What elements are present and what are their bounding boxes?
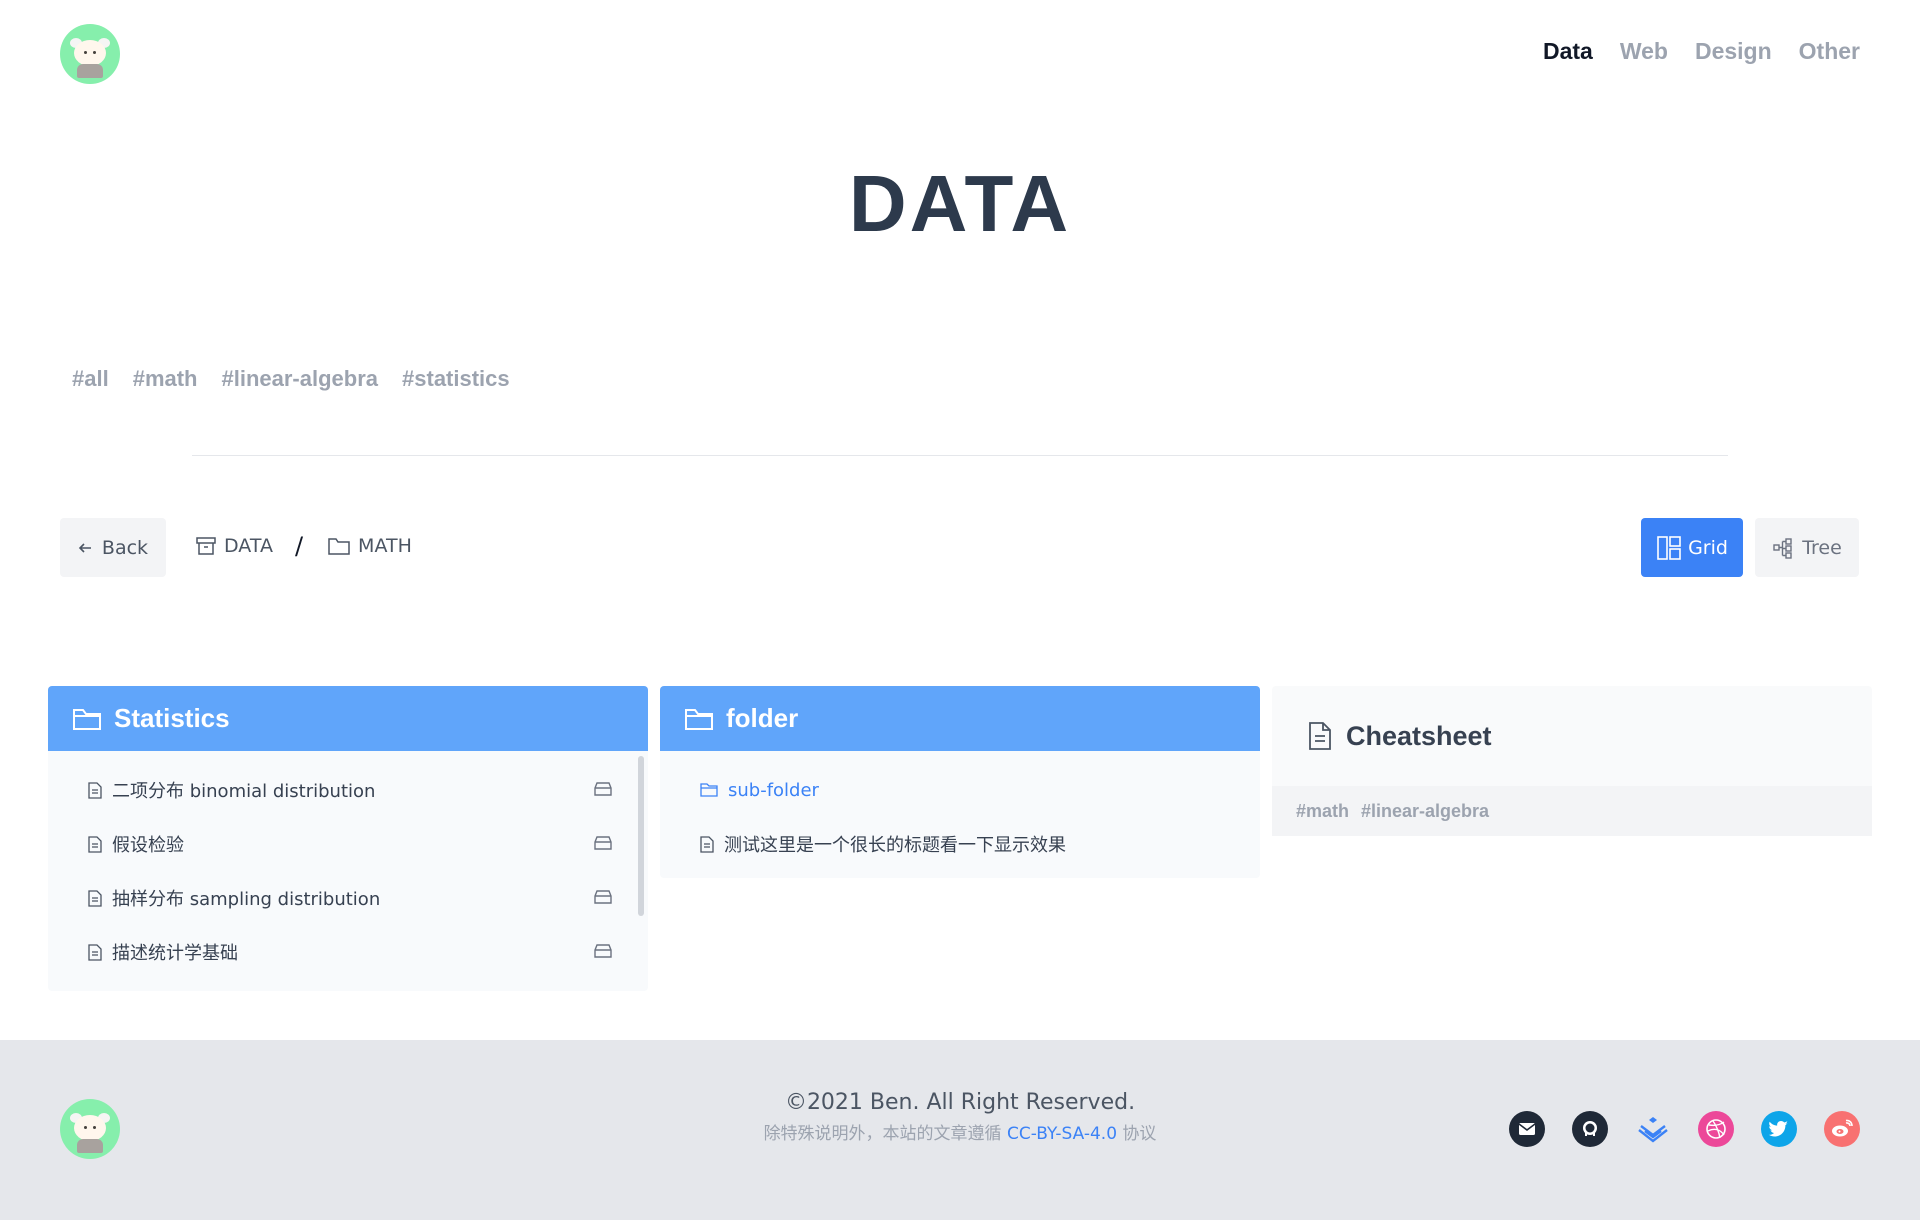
breadcrumb-separator: / (294, 532, 304, 560)
license-prefix: 除特殊说明外，本站的文章遵循 (763, 1124, 1002, 1144)
archive-tray-icon[interactable] (594, 781, 612, 797)
archive-tray-icon[interactable] (594, 835, 612, 851)
list-item-label: 测试这里是一个很长的标题看一下显示效果 (724, 835, 1066, 856)
weibo-icon[interactable] (1824, 1111, 1860, 1147)
breadcrumb-math-label: MATH (358, 535, 412, 557)
statistics-card-header[interactable]: Statistics (48, 686, 648, 751)
tree-icon (1773, 537, 1792, 559)
nav-data[interactable]: Data (1543, 38, 1593, 65)
document-icon (88, 835, 102, 853)
juejin-icon[interactable] (1635, 1111, 1671, 1147)
tree-view-label: Tree (1802, 536, 1842, 559)
site-logo[interactable] (60, 24, 120, 84)
dribbble-icon[interactable] (1698, 1111, 1734, 1147)
grid-view-button[interactable]: Grid (1641, 518, 1743, 577)
cheatsheet-card[interactable]: Cheatsheet #math #linear-algebra (1272, 686, 1872, 836)
cheatsheet-card-title: Cheatsheet (1346, 720, 1492, 751)
tag-filter: #all #math #linear-algebra #statistics (72, 366, 510, 392)
subfolder-label: sub-folder (728, 779, 819, 801)
folder-card-header[interactable]: folder (660, 686, 1260, 751)
github-icon[interactable] (1572, 1111, 1608, 1147)
folder-icon (700, 783, 718, 797)
nav-web[interactable]: Web (1620, 38, 1668, 65)
tag-statistics[interactable]: #statistics (402, 366, 510, 392)
grid-view-label: Grid (1688, 536, 1728, 559)
list-item[interactable]: 抽样分布 sampling distribution (48, 871, 648, 925)
document-icon (88, 943, 102, 961)
folder-icon (73, 708, 101, 730)
twitter-icon[interactable] (1761, 1111, 1797, 1147)
license-link[interactable]: CC-BY-SA-4.0 (1007, 1124, 1117, 1144)
tag-all[interactable]: #all (72, 366, 109, 392)
top-nav: Data Web Design Other (1543, 38, 1860, 65)
nav-design[interactable]: Design (1695, 38, 1772, 65)
breadcrumb-math[interactable]: MATH (327, 535, 412, 557)
breadcrumb-data[interactable]: DATA (195, 535, 273, 557)
back-label: Back (101, 536, 149, 559)
grid-icon (1657, 535, 1681, 560)
list-item[interactable]: 二项分布 binomial distribution (48, 763, 648, 817)
archive-tray-icon[interactable] (594, 943, 612, 959)
document-icon (88, 889, 102, 907)
document-icon (1309, 722, 1331, 750)
license-suffix: 协议 (1122, 1124, 1157, 1144)
list-item[interactable]: 描述统计学基础 (48, 925, 648, 979)
cheatsheet-tags: #math #linear-algebra (1272, 786, 1872, 836)
statistics-card-title: Statistics (114, 703, 230, 733)
folder-card-title: folder (726, 703, 799, 733)
list-item-label: 抽样分布 sampling distribution (112, 889, 381, 910)
divider (192, 455, 1728, 456)
folder-icon (685, 708, 713, 730)
tag-math[interactable]: #math (1296, 801, 1349, 822)
list-item-label: 假设检验 (112, 835, 184, 856)
tree-view-button[interactable]: Tree (1755, 518, 1859, 577)
archive-icon (196, 537, 216, 555)
scrollbar[interactable] (638, 756, 644, 916)
statistics-card: Statistics 二项分布 binomial distribution 假设… (48, 686, 648, 991)
document-icon (700, 835, 714, 853)
arrow-left-icon (78, 542, 91, 553)
social-links (1509, 1111, 1860, 1147)
list-item-label: 二项分布 binomial distribution (112, 781, 376, 802)
back-button[interactable]: Back (60, 518, 166, 577)
nav-other[interactable]: Other (1799, 38, 1860, 65)
list-item[interactable]: 假设检验 (48, 817, 648, 871)
page-title: DATA (848, 159, 1072, 248)
list-item-label: 描述统计学基础 (112, 943, 238, 964)
list-item[interactable]: 测试这里是一个很长的标题看一下显示效果 (660, 817, 1260, 871)
folder-card: folder sub-folder 测试这里是一个很长的标题看一下显示效果 (660, 686, 1260, 878)
subfolder-item[interactable]: sub-folder (660, 763, 1260, 817)
cheatsheet-card-header[interactable]: Cheatsheet (1272, 686, 1872, 786)
folder-icon (328, 538, 350, 555)
breadcrumb-data-label: DATA (224, 535, 273, 557)
tag-linear-algebra[interactable]: #linear-algebra (222, 366, 379, 392)
archive-tray-icon[interactable] (594, 889, 612, 905)
mail-icon[interactable] (1509, 1111, 1545, 1147)
document-icon (88, 781, 102, 799)
tag-math[interactable]: #math (133, 366, 198, 392)
tag-linear-algebra[interactable]: #linear-algebra (1361, 801, 1489, 822)
breadcrumb: DATA / MATH (195, 532, 412, 560)
